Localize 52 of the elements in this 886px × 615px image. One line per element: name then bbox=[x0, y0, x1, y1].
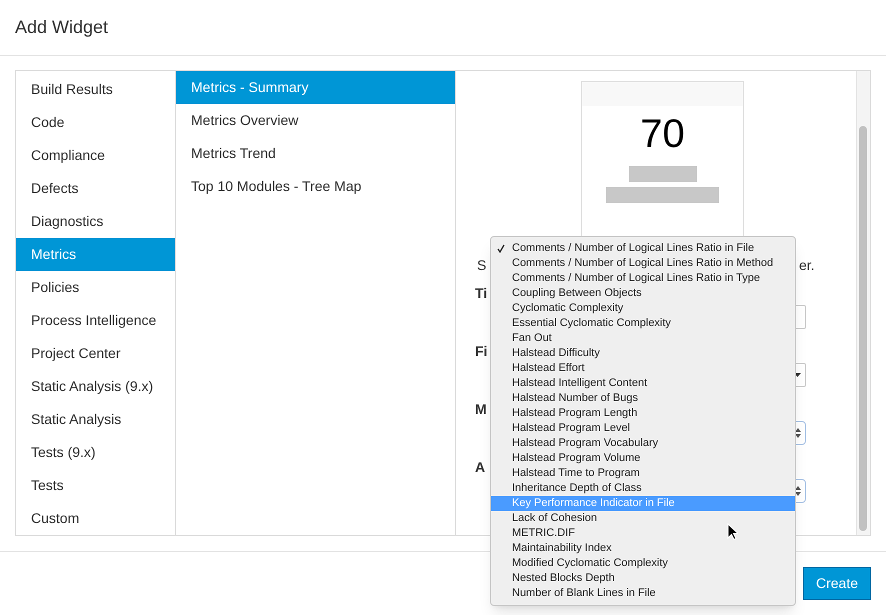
menu-option[interactable]: Halstead Intelligent Content bbox=[491, 376, 795, 391]
category-item[interactable]: Custom bbox=[16, 502, 175, 535]
menu-option[interactable]: Lack of Cohesion bbox=[491, 511, 795, 526]
menu-option[interactable]: Inheritance Depth of Class bbox=[491, 481, 795, 496]
menu-option[interactable]: Coupling Between Objects bbox=[491, 286, 795, 301]
description-text: S bbox=[477, 256, 486, 275]
widget-item[interactable]: Top 10 Modules - Tree Map bbox=[176, 170, 455, 203]
menu-option[interactable]: Maintainability Index bbox=[491, 541, 795, 556]
menu-option[interactable]: Halstead Difficulty bbox=[491, 346, 795, 361]
category-item[interactable]: Diagnostics bbox=[16, 205, 175, 238]
scrollbar-thumb[interactable] bbox=[859, 126, 867, 531]
checkmark-icon bbox=[497, 244, 505, 253]
scrollbar[interactable] bbox=[856, 71, 870, 535]
widget-item[interactable]: Metrics Overview bbox=[176, 104, 455, 137]
category-item[interactable]: Code bbox=[16, 106, 175, 139]
field-label: A bbox=[475, 458, 486, 477]
menu-option[interactable]: METRIC.DIF bbox=[491, 526, 795, 541]
placeholder-bar bbox=[628, 166, 696, 182]
category-item[interactable]: Compliance bbox=[16, 139, 175, 172]
menu-option[interactable]: Number of Blank Lines in File bbox=[491, 586, 795, 601]
metric-value: 70 bbox=[640, 111, 685, 158]
category-item[interactable]: Defects bbox=[16, 172, 175, 205]
menu-option[interactable]: Comments / Number of Logical Lines Ratio in Method bbox=[491, 256, 795, 271]
mouse-pointer-icon bbox=[727, 523, 738, 540]
widget-item[interactable]: Metrics Trend bbox=[176, 137, 455, 170]
category-item[interactable]: Static Analysis (9.x) bbox=[16, 370, 175, 403]
menu-option[interactable]: Halstead Time to Program bbox=[491, 466, 795, 481]
category-item[interactable]: Static Analysis bbox=[16, 403, 175, 436]
category-item[interactable]: Build Results bbox=[16, 73, 175, 106]
menu-option[interactable]: Nested Blocks Depth bbox=[491, 571, 795, 586]
menu-option[interactable]: Halstead Program Vocabulary bbox=[491, 436, 795, 451]
menu-option[interactable]: Halstead Effort bbox=[491, 361, 795, 376]
field-label: M bbox=[475, 400, 487, 419]
menu-option[interactable]: Essential Cyclomatic Complexity bbox=[491, 316, 795, 331]
menu-option[interactable]: Halstead Program Length bbox=[491, 406, 795, 421]
category-item[interactable]: Policies bbox=[16, 271, 175, 304]
menu-option[interactable]: Comments / Number of Logical Lines Ratio in Type bbox=[491, 271, 795, 286]
menu-option[interactable]: Halstead Program Level bbox=[491, 421, 795, 436]
category-item[interactable]: Project Center bbox=[16, 337, 175, 370]
menu-option[interactable]: Halstead Number of Bugs bbox=[491, 391, 795, 406]
menu-option[interactable]: Halstead Program Volume bbox=[491, 451, 795, 466]
menu-option[interactable]: Fan Out bbox=[491, 331, 795, 346]
menu-option[interactable]: Modified Cyclomatic Complexity bbox=[491, 556, 795, 571]
category-item[interactable]: Tests (9.x) bbox=[16, 436, 175, 469]
menu-option[interactable]: Cyclomatic Complexity bbox=[491, 301, 795, 316]
category-item[interactable]: Tests bbox=[16, 469, 175, 502]
menu-option[interactable]: Comments / Number of Logical Lines Ratio in File bbox=[491, 241, 795, 256]
field-label: Fi bbox=[475, 342, 488, 361]
category-item[interactable]: Process Intelligence bbox=[16, 304, 175, 337]
dialog-title: Add Widget bbox=[15, 16, 108, 39]
description-text: er. bbox=[799, 256, 815, 275]
field-label: Ti bbox=[475, 284, 488, 303]
